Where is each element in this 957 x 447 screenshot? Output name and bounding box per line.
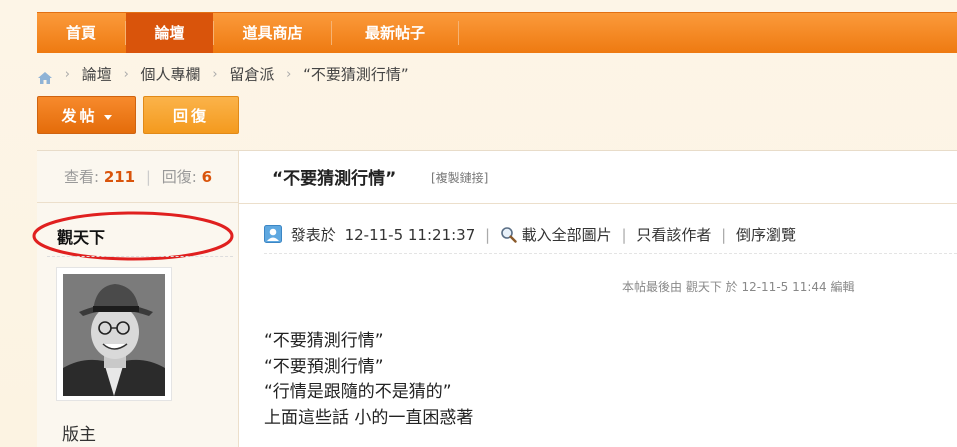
breadcrumb-item-board[interactable]: 留倉派 — [229, 66, 274, 84]
main-nav: 首頁 論壇 道具商店 最新帖子 — [37, 12, 957, 53]
author-role: 版主 — [62, 425, 96, 445]
breadcrumb-item-thread[interactable]: “不要猜測行情” — [303, 66, 409, 84]
nav-forum[interactable]: 論壇 — [126, 13, 213, 53]
edit-note: 本帖最後由 觀天下 於 12-11-5 11:44 編輯 — [622, 280, 855, 294]
only-author-link[interactable]: 只看該作者 — [636, 226, 711, 244]
post-meta: 發表於 12-11-5 11:21:37 | 載入全部圖片 | 只看該作者 | … — [264, 223, 796, 247]
chevron-right-icon: › — [64, 66, 70, 82]
avatar[interactable] — [56, 267, 172, 401]
nav-home[interactable]: 首頁 — [37, 13, 125, 53]
reply-button[interactable]: 回復 — [143, 96, 239, 134]
breadcrumb-item-column[interactable]: 個人專欄 — [141, 66, 201, 84]
user-online-icon — [264, 225, 282, 243]
chevron-right-icon: › — [212, 66, 218, 82]
new-post-button[interactable]: 发帖 — [37, 96, 136, 134]
posted-label: 發表於 — [290, 226, 336, 244]
title-divider — [239, 203, 957, 204]
meta-divider: | — [721, 226, 727, 244]
content-line: “不要猜測行情” — [264, 331, 384, 351]
nav-shop[interactable]: 道具商店 — [214, 13, 331, 53]
breadcrumb-item-forum[interactable]: 論壇 — [82, 66, 112, 84]
meta-divider-line — [264, 253, 957, 254]
views-count: 211 — [103, 168, 136, 186]
post-content: “不要猜測行情” “不要預測行情” “行情是跟隨的不是猜的” 上面這些話 小的一… — [264, 329, 473, 431]
content-line: “不要預測行情” — [264, 356, 384, 377]
meta-divider: | — [485, 226, 491, 244]
avatar-image — [63, 274, 165, 396]
red-annotation-ellipse — [32, 211, 234, 261]
chevron-right-icon: › — [286, 66, 292, 82]
replies-label: 回復: — [161, 168, 197, 186]
content-line: 上面這些話 小的一直困惑著 — [264, 407, 474, 428]
nav-divider — [458, 21, 459, 45]
thread-stats: 查看: 211 | 回復: 6 — [37, 151, 239, 203]
views-label: 查看: — [63, 168, 100, 186]
sidebar-divider — [47, 256, 233, 257]
breadcrumb: › 論壇 › 個人專欄 › 留倉派 › “不要猜測行情” — [37, 62, 409, 86]
chevron-right-icon: › — [123, 66, 129, 82]
magnifier-icon — [500, 226, 517, 243]
new-post-label: 发帖 — [61, 107, 98, 125]
posted-time: 12-11-5 11:21:37 — [344, 226, 476, 244]
copy-link-button[interactable]: [複製鏈接] — [431, 169, 488, 186]
caret-down-icon — [103, 114, 112, 120]
stats-divider: | — [145, 168, 151, 186]
home-icon[interactable] — [37, 68, 53, 84]
reverse-order-link[interactable]: 倒序瀏覽 — [736, 226, 796, 244]
nav-latest-posts[interactable]: 最新帖子 — [332, 13, 458, 53]
thread-title: “不要猜測行情” — [272, 169, 397, 189]
replies-count: 6 — [201, 168, 213, 186]
content-line: “行情是跟隨的不是猜的” — [264, 382, 452, 402]
reply-label: 回復 — [172, 107, 209, 125]
load-all-images-link[interactable]: 載入全部圖片 — [522, 226, 612, 244]
meta-divider: | — [621, 226, 627, 244]
